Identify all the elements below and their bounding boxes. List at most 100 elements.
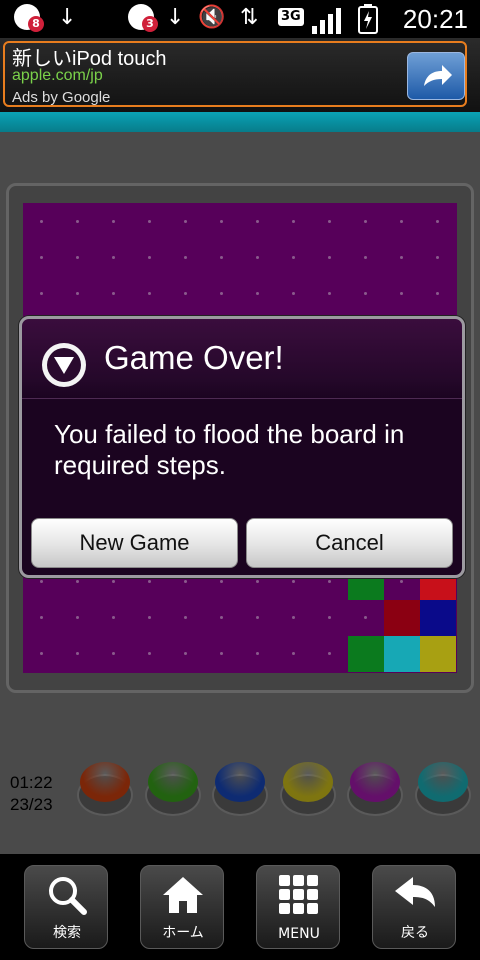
board-cell: [384, 636, 420, 672]
ad-action-button[interactable]: [407, 52, 465, 100]
grid-dot: [148, 616, 151, 619]
ad-banner[interactable]: 新しいiPod touch apple.com/jp Ads by Google: [0, 38, 480, 112]
grid-dot: [256, 256, 259, 259]
grid-dot: [112, 616, 115, 619]
color-button-cyan[interactable]: [414, 760, 471, 816]
grid-dot: [148, 580, 151, 583]
grid-dot: [76, 256, 79, 259]
grid-dot: [40, 220, 43, 223]
grid-dot: [148, 220, 151, 223]
grid-dot: [76, 652, 79, 655]
data-transfer-icon: ⇅: [240, 5, 259, 30]
ad-attribution: Ads by Google: [12, 89, 111, 106]
grid-dot: [220, 580, 223, 583]
grid-dot: [328, 292, 331, 295]
dialog-header: Game Over!: [22, 319, 462, 399]
grid-dot: [220, 616, 223, 619]
grid-dot: [400, 256, 403, 259]
home-icon: [163, 877, 203, 913]
status-bar: 8 ↓ 3 ↓ 🔇 ⇅ 3G 20:21: [0, 0, 480, 38]
nav-label-search: 検索: [53, 925, 81, 941]
grid-dot: [184, 256, 187, 259]
grid-dot: [184, 652, 187, 655]
network-type-label: 3G: [278, 8, 304, 26]
nav-label-menu: MENU: [278, 926, 320, 942]
ad-divider: [0, 112, 480, 132]
game-stats: 01:22 23/23: [10, 772, 53, 816]
dialog-message: You failed to flood the board in require…: [54, 419, 405, 480]
grid-dot: [220, 220, 223, 223]
board-cell: [384, 600, 420, 636]
signal-strength-icon: [312, 8, 341, 34]
grid-dot: [400, 220, 403, 223]
usb-icon: ↓: [58, 5, 77, 30]
grid-dot: [40, 256, 43, 259]
board-cell: [420, 600, 456, 636]
color-button-yellow[interactable]: [279, 760, 336, 816]
color-button-orange[interactable]: [77, 760, 133, 816]
menu-grid-icon: [279, 875, 318, 914]
grid-dot: [328, 220, 331, 223]
grid-dot: [76, 616, 79, 619]
nav-label-back: 戻る: [401, 925, 429, 941]
notification-count: 8: [28, 16, 44, 32]
new-game-button[interactable]: New Game: [31, 518, 238, 568]
grid-dot: [112, 580, 115, 583]
grid-dot: [220, 256, 223, 259]
grid-dot: [148, 292, 151, 295]
menu-button[interactable]: MENU: [256, 865, 340, 949]
grid-dot: [364, 292, 367, 295]
share-arrow-icon: [424, 65, 452, 86]
grid-dot: [256, 580, 259, 583]
grid-dot: [184, 616, 187, 619]
notification-icon: 8: [14, 4, 44, 32]
grid-dot: [292, 616, 295, 619]
grid-dot: [76, 292, 79, 295]
ad-url[interactable]: apple.com/jp: [12, 67, 103, 85]
cancel-button[interactable]: Cancel: [246, 518, 453, 568]
color-button-purple[interactable]: [347, 760, 403, 816]
grid-dot: [364, 616, 367, 619]
grid-dot: [112, 220, 115, 223]
game-over-dialog: Game Over! You failed to flood the board…: [19, 316, 465, 578]
grid-dot: [40, 652, 43, 655]
color-button-green[interactable]: [144, 760, 201, 816]
grid-dot: [220, 652, 223, 655]
battery-charging-icon: [358, 4, 378, 34]
grid-dot: [292, 220, 295, 223]
grid-dot: [184, 580, 187, 583]
grid-dot: [148, 652, 151, 655]
grid-dot: [436, 256, 439, 259]
notification-icon: 3: [128, 4, 158, 32]
grid-dot: [292, 292, 295, 295]
alert-down-icon: [42, 343, 86, 387]
grid-dot: [292, 652, 295, 655]
search-button[interactable]: 検索: [24, 865, 108, 949]
board-cell: [420, 636, 456, 672]
home-button[interactable]: ホーム: [140, 865, 224, 949]
grid-dot: [76, 220, 79, 223]
grid-dot: [256, 292, 259, 295]
grid-dot: [436, 220, 439, 223]
mute-icon: 🔇: [198, 5, 226, 30]
grid-dot: [148, 256, 151, 259]
search-icon: [49, 877, 87, 915]
grid-dot: [292, 256, 295, 259]
steps-counter: 23/23: [10, 795, 53, 814]
usb-debug-icon: ↓: [166, 5, 185, 30]
grid-dot: [364, 256, 367, 259]
back-button[interactable]: 戻る: [372, 865, 456, 949]
bottom-navigation: 検索 ホーム MENU 戻る: [0, 854, 480, 960]
grid-dot: [76, 580, 79, 583]
grid-dot: [400, 292, 403, 295]
grid-dot: [400, 580, 403, 583]
grid-dot: [328, 652, 331, 655]
grid-dot: [256, 220, 259, 223]
notification-count: 3: [142, 16, 158, 32]
grid-dot: [40, 616, 43, 619]
dialog-title: Game Over!: [104, 339, 284, 376]
grid-dot: [184, 292, 187, 295]
timer-value: 01:22: [10, 773, 53, 792]
clock: 20:21: [402, 4, 468, 34]
color-button-blue[interactable]: [212, 760, 268, 816]
